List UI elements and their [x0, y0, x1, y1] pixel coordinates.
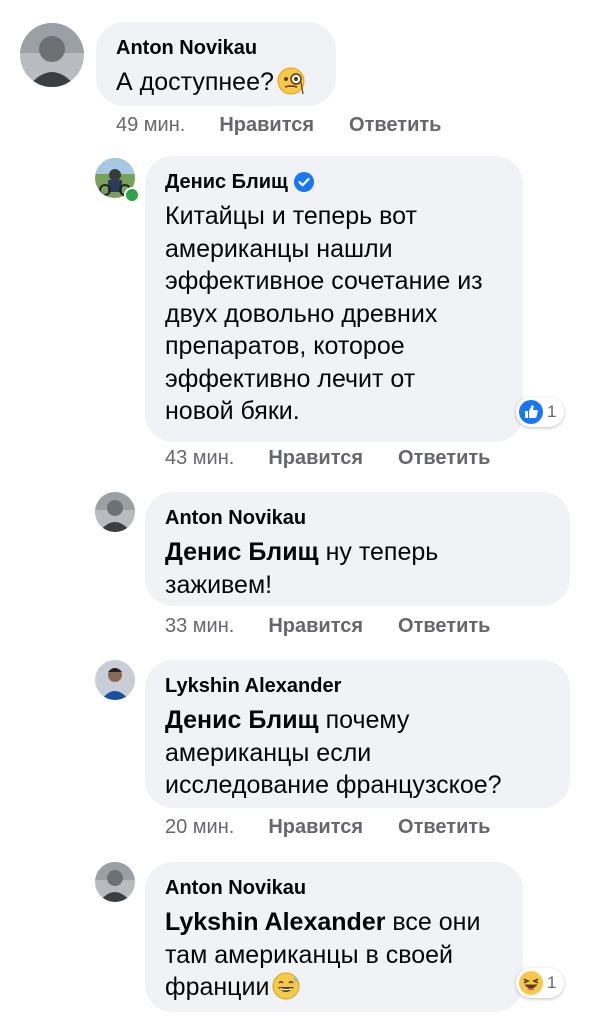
- comment-time[interactable]: 43 мин.: [165, 447, 234, 470]
- comment-author[interactable]: Денис Блищ: [165, 170, 523, 194]
- reaction-count: 1: [547, 973, 557, 992]
- comment-text: Китайцы и теперь вот американцы нашли эф…: [165, 200, 523, 428]
- grinning-sweat-icon: [271, 971, 301, 1010]
- comment-bubble: Денис Блищ Китайцы и теперь вот американ…: [145, 156, 523, 442]
- avatar[interactable]: [20, 23, 84, 87]
- comment-text-body: ну теперь: [318, 538, 439, 566]
- comment-actions: 33 мин. Нравится Ответить: [165, 615, 490, 638]
- comment-text-line: исследование французское?: [165, 771, 502, 799]
- comment-bubble: Anton Novikau А доступнее?: [96, 22, 336, 106]
- comment-author[interactable]: Lykshin Alexander: [165, 674, 570, 698]
- comment-author[interactable]: Anton Novikau: [116, 36, 336, 60]
- reaction-count: 1: [547, 402, 557, 421]
- comment-text-line: франции: [165, 973, 270, 1001]
- comment-text-line: американцы если: [165, 738, 372, 767]
- comment-text-body: почему: [318, 706, 410, 734]
- reaction-summary[interactable]: 1: [516, 397, 565, 427]
- comment-bubble: Anton Novikau Lykshin Alexander все они …: [145, 862, 523, 1012]
- comment-time[interactable]: 49 мин.: [116, 114, 185, 137]
- avatar[interactable]: [95, 862, 135, 902]
- comment-text-line: препаратов, которое: [165, 332, 405, 360]
- online-status-indicator: [124, 187, 140, 203]
- like-icon: [518, 399, 544, 425]
- comment-text: Денис Блищ почему американцы если исслед…: [165, 704, 570, 802]
- comment-author-name[interactable]: Денис Блищ: [165, 170, 288, 194]
- comment-text-line: новой бяки.: [165, 397, 300, 425]
- avatar-image: [20, 23, 84, 87]
- comment-actions: 43 мин. Нравится Ответить: [165, 447, 490, 470]
- mention-link[interactable]: Денис Блищ: [165, 538, 319, 566]
- avatar-image: [95, 492, 135, 532]
- comment-text: Lykshin Alexander все они там американцы…: [165, 906, 523, 1010]
- comment-bubble: Anton Novikau Денис Блищ ну теперь зажив…: [145, 492, 570, 606]
- comment-actions: 20 мин. Нравится Ответить: [165, 816, 490, 839]
- comment-text-body: А доступнее?: [116, 68, 274, 96]
- comment-text-line: эффективно лечит от: [165, 364, 416, 393]
- comment-time[interactable]: 33 мин.: [165, 615, 234, 638]
- face-with-monocle-icon: [276, 66, 306, 105]
- avatar-image: [95, 862, 135, 902]
- like-button[interactable]: Нравится: [268, 615, 363, 638]
- reply-button[interactable]: Ответить: [398, 615, 490, 638]
- comment-text-line: Китайцы и теперь вот: [165, 202, 417, 230]
- comment-author[interactable]: Anton Novikau: [165, 506, 570, 530]
- reaction-summary[interactable]: 1: [516, 968, 565, 998]
- reply-button[interactable]: Ответить: [349, 114, 441, 137]
- avatar[interactable]: [95, 660, 135, 700]
- like-button[interactable]: Нравится: [268, 447, 363, 470]
- comment-text-line: американцы нашли: [165, 234, 393, 263]
- haha-icon: [518, 970, 544, 996]
- mention-link[interactable]: Lykshin Alexander: [165, 908, 385, 936]
- like-button[interactable]: Нравится: [219, 114, 314, 137]
- comment-time[interactable]: 20 мин.: [165, 816, 234, 839]
- mention-link[interactable]: Денис Блищ: [165, 706, 319, 734]
- comment-bubble: Lykshin Alexander Денис Блищ почему амер…: [145, 660, 570, 808]
- like-button[interactable]: Нравится: [268, 816, 363, 839]
- comment-text-body: все они: [385, 908, 481, 936]
- comment-text-line: двух довольно древних: [165, 299, 438, 328]
- avatar-image: [95, 660, 135, 700]
- reply-button[interactable]: Ответить: [398, 816, 490, 839]
- comment-author[interactable]: Anton Novikau: [165, 876, 523, 900]
- comment-text: А доступнее?: [116, 66, 336, 105]
- comment-text: Денис Блищ ну теперь заживем!: [165, 536, 570, 601]
- avatar[interactable]: [95, 492, 135, 532]
- comment-text-line: эффективное сочетание из: [165, 267, 483, 295]
- verified-badge-icon: [293, 172, 314, 192]
- reply-button[interactable]: Ответить: [398, 447, 490, 470]
- comment-text-line: заживем!: [165, 570, 273, 599]
- comment-text-line: там американцы в своей: [165, 940, 454, 969]
- comment-actions: 49 мин. Нравится Ответить: [116, 114, 441, 137]
